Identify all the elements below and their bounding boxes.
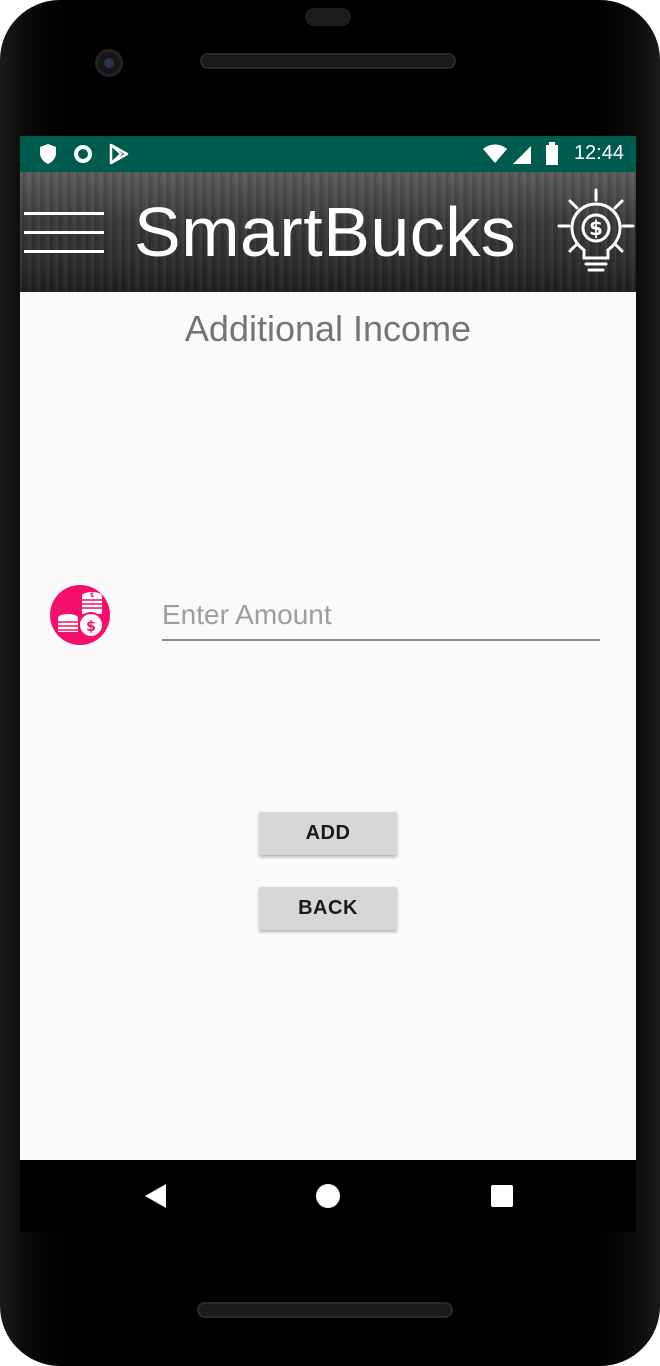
hamburger-menu-icon[interactable] bbox=[24, 212, 104, 256]
home-circle-icon[interactable] bbox=[315, 1182, 341, 1215]
play-store-icon bbox=[108, 143, 130, 170]
back-triangle-icon[interactable] bbox=[142, 1182, 168, 1215]
system-nav-bar bbox=[20, 1160, 636, 1232]
signal-icon bbox=[512, 145, 532, 170]
svg-text:$: $ bbox=[86, 619, 96, 635]
device-top-notch bbox=[305, 8, 351, 26]
page-title: Additional Income bbox=[184, 308, 472, 349]
svg-text:$: $ bbox=[589, 216, 603, 240]
recents-square-icon[interactable] bbox=[489, 1182, 515, 1215]
top-speaker-grille bbox=[200, 53, 456, 69]
lightbulb-dollar-icon[interactable]: $ bbox=[556, 186, 636, 278]
back-button[interactable]: BACK bbox=[259, 887, 397, 930]
shield-icon bbox=[38, 143, 58, 170]
svg-text:$: $ bbox=[90, 592, 94, 599]
app-bar: SmartBucks $ bbox=[20, 172, 636, 292]
device-frame: 12:44 SmartBucks $ Additional Income $ $… bbox=[0, 0, 660, 1366]
add-button[interactable]: ADD bbox=[259, 812, 397, 855]
status-time: 12:44 bbox=[573, 142, 624, 164]
circle-icon bbox=[72, 143, 94, 170]
battery-icon bbox=[545, 142, 559, 171]
status-bar: 12:44 bbox=[20, 136, 636, 172]
amount-input[interactable] bbox=[162, 591, 600, 641]
app-title: SmartBucks bbox=[134, 193, 517, 271]
phone-screen: 12:44 SmartBucks $ Additional Income $ $… bbox=[20, 136, 636, 1160]
front-camera bbox=[95, 49, 123, 77]
bottom-speaker-grille bbox=[197, 1302, 453, 1318]
wifi-icon bbox=[482, 144, 508, 169]
coins-icon: $ $ bbox=[50, 585, 110, 645]
